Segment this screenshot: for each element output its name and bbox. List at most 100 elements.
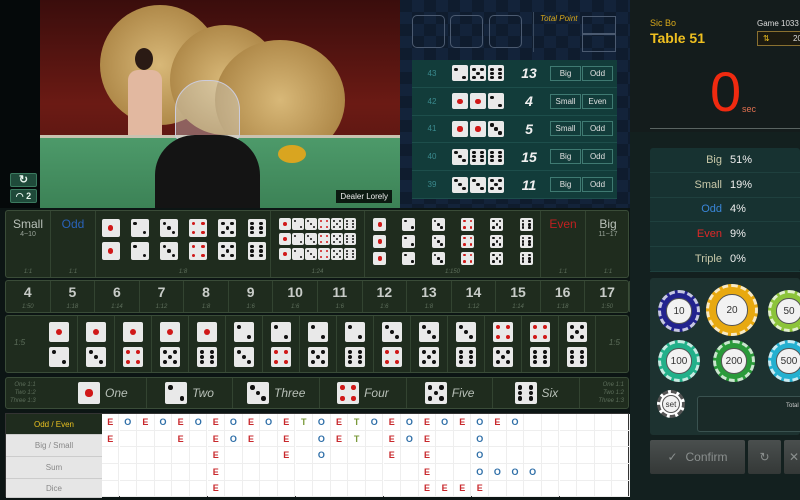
bet-combo-2-4[interactable] — [263, 316, 300, 372]
bet-combo-3-5[interactable] — [411, 316, 448, 372]
bet-sum-17[interactable]: 17 1:50 — [585, 281, 630, 312]
bet-big[interactable]: Big 11~17 1:1 — [586, 211, 630, 277]
roadmap-tab-big-small[interactable]: Big / Small — [6, 435, 102, 457]
bet-double-5[interactable] — [213, 211, 242, 277]
bet-single-three[interactable]: Three — [233, 378, 321, 408]
chip-200[interactable]: 200 — [713, 340, 755, 382]
sum-number: 14 — [465, 284, 482, 300]
roadmap-tab-dice[interactable]: Dice — [6, 479, 102, 498]
bet-even[interactable]: Even 1:1 — [541, 211, 586, 277]
bet-sum-16[interactable]: 16 1:18 — [541, 281, 586, 312]
bet-sum-11[interactable]: 11 1:6 — [318, 281, 363, 312]
bet-triple-4[interactable] — [453, 211, 482, 277]
history-table: 43 13 Big Odd 42 4 Small Even 41 5 Small Odd 40 15 Big… — [412, 60, 617, 199]
signal-value: 2 — [26, 191, 32, 201]
cancel-bet-button[interactable]: ✕ — [784, 440, 800, 474]
bet-double-3[interactable] — [154, 211, 183, 277]
bet-double-6[interactable] — [242, 211, 271, 277]
bet-sum-12[interactable]: 12 1:6 — [363, 281, 408, 312]
stats-panel: Big 51% Small 19% Odd 4% Even 9% Triple 0% — [650, 148, 800, 272]
roadmap-cell: E — [278, 430, 296, 448]
stat-label: Triple — [694, 253, 722, 266]
bet-triple-1[interactable] — [365, 211, 394, 277]
bet-small[interactable]: Small 4~10 1:1 — [6, 211, 51, 277]
game-name: Sic Bo — [650, 18, 677, 28]
odds-label: 1:50 — [21, 304, 34, 310]
chip-50[interactable]: 50 — [768, 290, 800, 332]
bet-single-one[interactable]: One — [60, 378, 147, 408]
round-number: 40 — [427, 152, 437, 162]
die-face-5-icon — [419, 347, 439, 367]
die-face-2-icon — [308, 322, 328, 342]
bet-combo-1-2[interactable] — [41, 316, 78, 372]
triple-dice — [512, 218, 541, 265]
chip-500[interactable]: 500 — [768, 340, 800, 382]
chip-100[interactable]: 100 — [658, 340, 700, 382]
bet-combo-3-6[interactable] — [448, 316, 485, 372]
bet-single-four[interactable]: Four — [320, 378, 407, 408]
bet-combo-3-4[interactable] — [374, 316, 411, 372]
bet-combo-2-6[interactable] — [337, 316, 374, 372]
roadmap-cell — [242, 480, 261, 498]
confirm-button[interactable]: ✓ Confirm — [650, 440, 745, 474]
bet-sum-14[interactable]: 14 1:12 — [452, 281, 497, 312]
roadmap-cell — [225, 480, 243, 498]
bet-sum-8[interactable]: 8 1:8 — [184, 281, 229, 312]
bet-double-2[interactable] — [125, 211, 154, 277]
refresh-video-button[interactable]: ↻ — [10, 173, 37, 187]
odds-label: 1:8 — [201, 304, 211, 310]
stat-value: 4% — [730, 203, 746, 216]
roadmap-cell — [559, 430, 577, 448]
bet-sum-9[interactable]: 9 1:6 — [229, 281, 274, 312]
bet-single-five[interactable]: Five — [407, 378, 494, 408]
bet-combo-1-5[interactable] — [152, 316, 189, 372]
bet-triple-3[interactable] — [424, 211, 453, 277]
roadmap-tab-sum[interactable]: Sum — [6, 457, 102, 479]
bet-combo-4-6[interactable] — [522, 316, 559, 372]
roadmap-cell — [383, 480, 401, 498]
bet-double-1[interactable] — [96, 211, 125, 277]
die-face-2-icon — [488, 93, 504, 110]
bet-sum-6[interactable]: 6 1:14 — [95, 281, 140, 312]
chip-20[interactable]: 20 — [706, 284, 758, 336]
bet-sum-15[interactable]: 15 1:14 — [496, 281, 541, 312]
roadmap-tab-odd-even[interactable]: Odd / Even — [6, 414, 102, 435]
bet-combo-1-3[interactable] — [78, 316, 115, 372]
roadmap-cell: E — [436, 480, 454, 498]
roadmap-cell — [489, 480, 507, 498]
bet-sum-7[interactable]: 7 1:12 — [140, 281, 185, 312]
bet-triple-6[interactable] — [512, 211, 541, 277]
bet-combo-1-6[interactable] — [189, 316, 226, 372]
bet-sum-4[interactable]: 4 1:50 — [6, 281, 51, 312]
repeat-bet-button[interactable]: ↻ — [748, 440, 781, 474]
set-chip-button[interactable]: set — [657, 390, 685, 418]
die-face-1-icon — [470, 120, 486, 137]
bet-any-triple[interactable]: 1:24 — [271, 211, 365, 277]
bet-triple-2[interactable] — [394, 211, 423, 277]
bet-combo-5-6[interactable] — [559, 316, 596, 372]
bet-combo-4-5[interactable] — [485, 316, 522, 372]
chip-value: 500 — [776, 348, 800, 374]
bet-combo-2-3[interactable] — [226, 316, 263, 372]
chip-10[interactable]: 10 — [658, 290, 700, 332]
dice-shaker-dome — [175, 80, 240, 140]
die-face-3-icon — [488, 120, 504, 137]
bet-double-4[interactable] — [184, 211, 213, 277]
bet-sum-13[interactable]: 13 1:8 — [407, 281, 452, 312]
roadmap-cell: O — [471, 447, 489, 464]
roadmap-cell — [295, 480, 313, 498]
bet-sum-5[interactable]: 5 1:18 — [51, 281, 96, 312]
bet-single-six[interactable]: Six — [494, 378, 581, 408]
roadmap-cell: O — [313, 430, 331, 448]
bet-combo-1-4[interactable] — [115, 316, 152, 372]
bet-triple-5[interactable] — [482, 211, 511, 277]
sum-number: 11 — [332, 284, 348, 300]
bet-odd[interactable]: Odd 1:1 — [51, 211, 96, 277]
signal-button[interactable]: ◠ 2 — [10, 189, 37, 203]
die-face-5-icon — [218, 242, 237, 260]
bet-single-two[interactable]: Two — [147, 378, 234, 408]
bet-sum-10[interactable]: 10 1:6 — [273, 281, 318, 312]
bet-combo-2-5[interactable] — [300, 316, 337, 372]
triples-group: 1:150 — [365, 211, 541, 277]
die-face-5-icon — [331, 218, 343, 230]
